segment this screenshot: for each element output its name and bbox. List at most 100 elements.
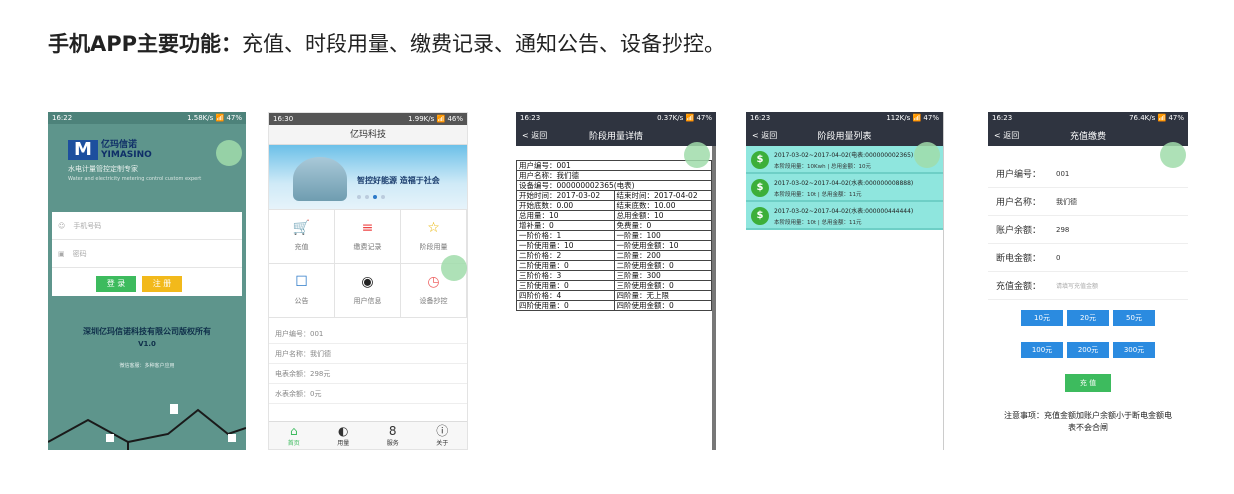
login-button[interactable]: 登 录	[96, 276, 136, 292]
amount-20-button[interactable]: 20元	[1067, 310, 1109, 326]
info-row: 水表余额：0元	[269, 384, 467, 404]
amount-300-button[interactable]: 300元	[1113, 342, 1155, 358]
tab-usage[interactable]: ◐ 用量	[319, 422, 369, 449]
table-cell: 增补量：0	[516, 220, 615, 231]
amount-200-button[interactable]: 200元	[1067, 342, 1109, 358]
grid-label: 设备抄控	[419, 297, 448, 305]
amount-input[interactable]: 请填写充值金额	[1056, 281, 1098, 290]
info-row: 用户名称：我们德	[269, 344, 467, 364]
register-button[interactable]: 注 册	[142, 276, 182, 292]
notice-text: 注意事项：充值金额加账户余额小于断电金额电表不会合闸	[1004, 411, 1172, 432]
amount-50-button[interactable]: 50元	[1113, 310, 1155, 326]
user-id-row: 用户编号： 001	[988, 160, 1188, 188]
floating-assist-button[interactable]	[914, 142, 940, 168]
floating-assist-button[interactable]	[441, 255, 467, 281]
tab-about[interactable]: ⓘ 关于	[418, 422, 468, 449]
table-row: 二阶使用量：0 二阶使用金额：0	[516, 260, 712, 271]
table-row: 开始时间：2017-03-02 结束时间：2017-04-02	[516, 190, 712, 201]
nav-bar: < 返回 阶段用量详情	[516, 124, 716, 146]
floating-assist-button[interactable]	[216, 140, 242, 166]
service-note: 微信客服：多种客户应用	[119, 363, 175, 369]
field-value: 298	[1056, 225, 1070, 234]
banner-text: 智控好能源 造福于社会	[357, 176, 440, 185]
tab-home[interactable]: ⌂ 首页	[269, 422, 319, 449]
table-cell: 二阶使用金额：0	[613, 260, 712, 271]
table-cell: 二阶价格：2	[516, 250, 615, 261]
info-row: 用户编号：001	[269, 324, 467, 344]
headline-colon: ：	[221, 32, 243, 56]
password-field[interactable]: ▣ 密码	[52, 240, 242, 268]
logo-cn: 亿玛信诺	[101, 140, 138, 150]
message-icon: ☐	[295, 274, 308, 290]
table-row: 总用量：10 总用金额：10	[516, 210, 712, 221]
list-item-period: 2017-03-02~2017-04-02(水表:000000008888)	[774, 180, 914, 187]
list-item-period: 2017-03-02~2017-04-02(水表:000000444444)	[774, 208, 914, 215]
grid-payment-records[interactable]: ≡ 缴费记录	[335, 210, 401, 264]
feature-showcase: 手机APP主要功能：充值、时段用量、缴费记录、通知公告、设备抄控。 16:22 …	[0, 0, 1234, 494]
back-button[interactable]: < 返回	[522, 130, 547, 141]
floating-assist-button[interactable]	[1160, 142, 1186, 168]
table-row: 用户编号：001	[516, 160, 712, 171]
record-icon: ≡	[361, 220, 374, 236]
phone-field[interactable]: ☺ 手机号码	[52, 212, 242, 240]
coin-icon: $	[751, 207, 769, 225]
list-item[interactable]: $ 2017-03-02~2017-04-02(电表:000000002365)…	[746, 146, 943, 174]
status-bar: 16:23 0.37K/s 📶 47%	[516, 112, 716, 124]
list-item[interactable]: $ 2017-03-02~2017-04-02(水表:000000444444)…	[746, 202, 943, 230]
recharge-screen: 16:23 76.4K/s 📶 47% < 返回 充值缴费 用户编号： 001 用…	[988, 112, 1188, 450]
list-item[interactable]: $ 2017-03-02~2017-04-02(水表:000000008888)…	[746, 174, 943, 202]
nav-bar: < 返回 阶段用量列表	[746, 124, 943, 146]
grid-user-info[interactable]: ◉ 用户信息	[335, 264, 401, 318]
grid-label: 阶段用量	[419, 243, 448, 251]
field-value: 我们德	[1056, 197, 1077, 206]
usage-detail-screen: 16:23 0.37K/s 📶 47% < 返回 阶段用量详情 用户编号：001…	[516, 112, 716, 450]
cutoff-row: 断电金额： 0	[988, 244, 1188, 272]
floating-assist-button[interactable]	[684, 142, 710, 168]
status-bar: 16:23 76.4K/s 📶 47%	[988, 112, 1188, 124]
grid-label: 公告	[294, 297, 309, 305]
status-indicators: 76.4K/s 📶 47%	[1129, 114, 1184, 122]
field-value: 0	[1056, 253, 1061, 262]
lock-icon: ▣	[58, 249, 65, 258]
grid-recharge[interactable]: 🛒 充值	[269, 210, 335, 264]
home-icon: ⌂	[289, 424, 298, 438]
login-screen: 16:22 1.58K/s 📶 47% M 亿玛信诺 YIMASINO 水电计量管控…	[48, 112, 246, 450]
amount-100-button[interactable]: 100元	[1021, 342, 1063, 358]
table-cell: 开始底数：0.00	[516, 200, 615, 211]
status-bar: 16:22 1.58K/s 📶 47%	[48, 112, 246, 124]
back-button[interactable]: < 返回	[752, 130, 777, 141]
amount-10-button[interactable]: 10元	[1021, 310, 1063, 326]
table-cell: 用户编号：001	[516, 160, 712, 171]
coin-icon: $	[751, 179, 769, 197]
field-label: 账户余额：	[996, 226, 1042, 236]
table-cell: 三阶使用金额：0	[613, 280, 712, 291]
usage-icon: ◐	[338, 424, 349, 438]
table-cell: 三阶价格：3	[516, 270, 615, 281]
nav-bar: < 返回 充值缴费	[988, 124, 1188, 146]
page-title: 亿玛科技	[269, 125, 467, 145]
table-cell: 总用量：10	[516, 210, 615, 221]
table-cell: 一阶价格：1	[516, 230, 615, 241]
grid-notice[interactable]: ☐ 公告	[269, 264, 335, 318]
home-screen: 16:30 1.99K/s 📶 46% 亿玛科技 智控好能源 造福于社会 🛒 充值…	[268, 112, 468, 450]
amount-options-row2: 100元 200元 300元	[988, 342, 1188, 358]
brand-logo: M 亿玛信诺 YIMASINO 水电计量管控定制专家 Water and elect…	[68, 140, 201, 182]
logo-slogan: 水电计量管控定制专家	[68, 165, 138, 173]
logo-slogan-en: Water and electricity metering control c…	[68, 176, 202, 182]
table-row: 一阶使用量：10 一阶使用金额：10	[516, 240, 712, 251]
banner[interactable]: 智控好能源 造福于社会	[269, 145, 467, 209]
tab-service[interactable]: 8 服务	[368, 422, 418, 449]
coin-icon: $	[751, 151, 769, 169]
table-cell: 二阶量：200	[613, 250, 712, 261]
amount-options-row1: 10元 20元 50元	[988, 310, 1188, 326]
grid-label: 用户信息	[353, 297, 382, 305]
status-indicators: 112K/s 📶 47%	[886, 114, 939, 122]
houses-illustration	[48, 404, 246, 450]
back-button[interactable]: < 返回	[994, 130, 1019, 141]
status-indicators: 1.58K/s 📶 47%	[187, 114, 242, 122]
table-row: 四阶价格：4 四阶量：无上限	[516, 290, 712, 301]
user-icon: ◉	[361, 274, 374, 290]
recharge-button[interactable]: 充 值	[1065, 374, 1111, 392]
scrollbar[interactable]	[712, 146, 716, 450]
usage-list: $ 2017-03-02~2017-04-02(电表:000000002365)…	[746, 146, 943, 230]
